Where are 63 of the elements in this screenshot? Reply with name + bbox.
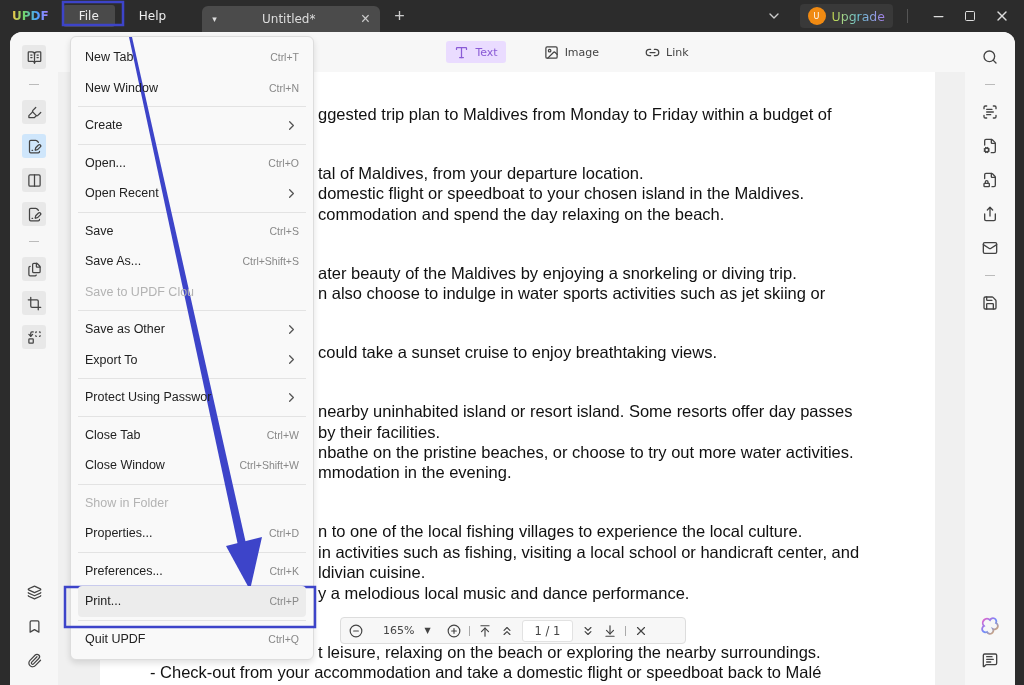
menu-item[interactable]: Create	[78, 110, 306, 141]
zoom-level[interactable]: 165%	[383, 624, 415, 637]
mode-tab[interactable]: Link	[637, 41, 697, 63]
zoom-out-button[interactable]	[349, 623, 363, 638]
menu-item[interactable]: Close Tab Ctrl+W	[78, 419, 306, 450]
menu-item[interactable]: New Tab Ctrl+T	[78, 42, 306, 73]
menu-item[interactable]: Save as Other	[78, 314, 306, 345]
menu-item[interactable]: Print... Ctrl+P	[78, 586, 306, 617]
text-icon	[454, 44, 470, 60]
close-tab-button[interactable]: ×	[360, 11, 371, 27]
menu-item[interactable]: Properties... Ctrl+D	[78, 518, 306, 549]
columns-icon[interactable]	[22, 168, 46, 192]
menu-item[interactable]: Open... Ctrl+O	[78, 147, 306, 178]
document-text: tal of Maldives, from your departure location.	[318, 163, 644, 184]
menu-item[interactable]: Quit UPDF Ctrl+Q	[78, 623, 306, 654]
clover-icon[interactable]	[981, 617, 999, 635]
document-text: - Check-out from your accommodation and take a domestic flight or speedboat back to Malé	[150, 662, 822, 683]
menu-item[interactable]: Close Window Ctrl+Shift+W	[78, 450, 306, 481]
pages-icon[interactable]	[22, 257, 46, 281]
page-field[interactable]: 1 / 1	[521, 619, 574, 642]
menu-item[interactable]: Save As... Ctrl+Shift+S	[78, 246, 306, 277]
zoom-in-button[interactable]	[446, 623, 461, 638]
zoom-caret[interactable]: ▼	[424, 626, 431, 635]
upgrade-button[interactable]: U Upgrade	[799, 4, 893, 28]
document-text: n to one of the local fishing villages to experience the local culture.	[318, 521, 803, 542]
document-text: domestic flight or speedboat to your chosen island in the Maldives.	[318, 183, 805, 204]
document-text: ggested trip plan to Maldives from Monday to Friday within a budget of	[318, 104, 832, 125]
document-text: nearby uninhabited island or resort island. Some resorts offer day passes	[318, 401, 853, 422]
document-text: commodation and spend the day relaxing on the beach.	[318, 203, 725, 225]
menu-item[interactable]: Open Recent	[78, 178, 306, 209]
last-page-button[interactable]	[603, 623, 618, 638]
menu-button[interactable]: Help	[122, 5, 183, 27]
document-text: n also choose to indulge in water sports activities such as jet skiing or	[318, 283, 826, 304]
document-text: in activities such as fishing, visiting a local school or handicraft center, and	[318, 541, 860, 563]
app-logo: UPDF	[12, 9, 49, 23]
document-tab[interactable]: ▾ Untitled* ×	[202, 6, 381, 32]
reader-icon[interactable]	[22, 45, 46, 69]
document-text: by their facilities.	[318, 421, 440, 443]
document-text: nbathe on the pristine beaches, or choose to try out more water activities.	[318, 442, 854, 463]
document-text: ater beauty of the Maldives by enjoying a snorkeling or diving trip.	[318, 262, 797, 284]
document-text: t leisure, relaxing on the beach or exploring the nearby surroundings.	[318, 641, 821, 663]
avatar: U	[807, 7, 826, 25]
mode-tab[interactable]: Image	[535, 41, 608, 63]
highlighter-icon[interactable]	[22, 100, 46, 124]
document-text: mmodation in the evening.	[318, 462, 512, 483]
new-tab-button[interactable]: +	[394, 7, 405, 25]
document-text: y a melodious local music and dance performance.	[318, 582, 690, 604]
document-text: could take a sunset cruise to enjoy breathtaking views.	[318, 342, 717, 363]
crop-icon[interactable]	[22, 291, 46, 315]
signature-icon[interactable]	[22, 202, 46, 226]
edit-icon[interactable]	[22, 134, 46, 158]
menu-item[interactable]: Preferences... Ctrl+K	[78, 555, 306, 586]
highlight-frame	[61, 0, 125, 27]
menu-item[interactable]: Export To	[78, 344, 306, 375]
first-page-button[interactable]	[477, 623, 492, 638]
tab-title: Untitled*	[261, 12, 317, 26]
maximize-icon[interactable]	[964, 10, 976, 22]
mode-tab[interactable]: Text	[446, 41, 506, 63]
tab-caret[interactable]: ▾	[212, 14, 217, 24]
replace-icon[interactable]	[22, 325, 46, 349]
image-icon	[543, 44, 559, 60]
document-text: ldivian cuisine.	[318, 562, 426, 583]
menu-item[interactable]: Save Ctrl+S	[78, 215, 306, 246]
